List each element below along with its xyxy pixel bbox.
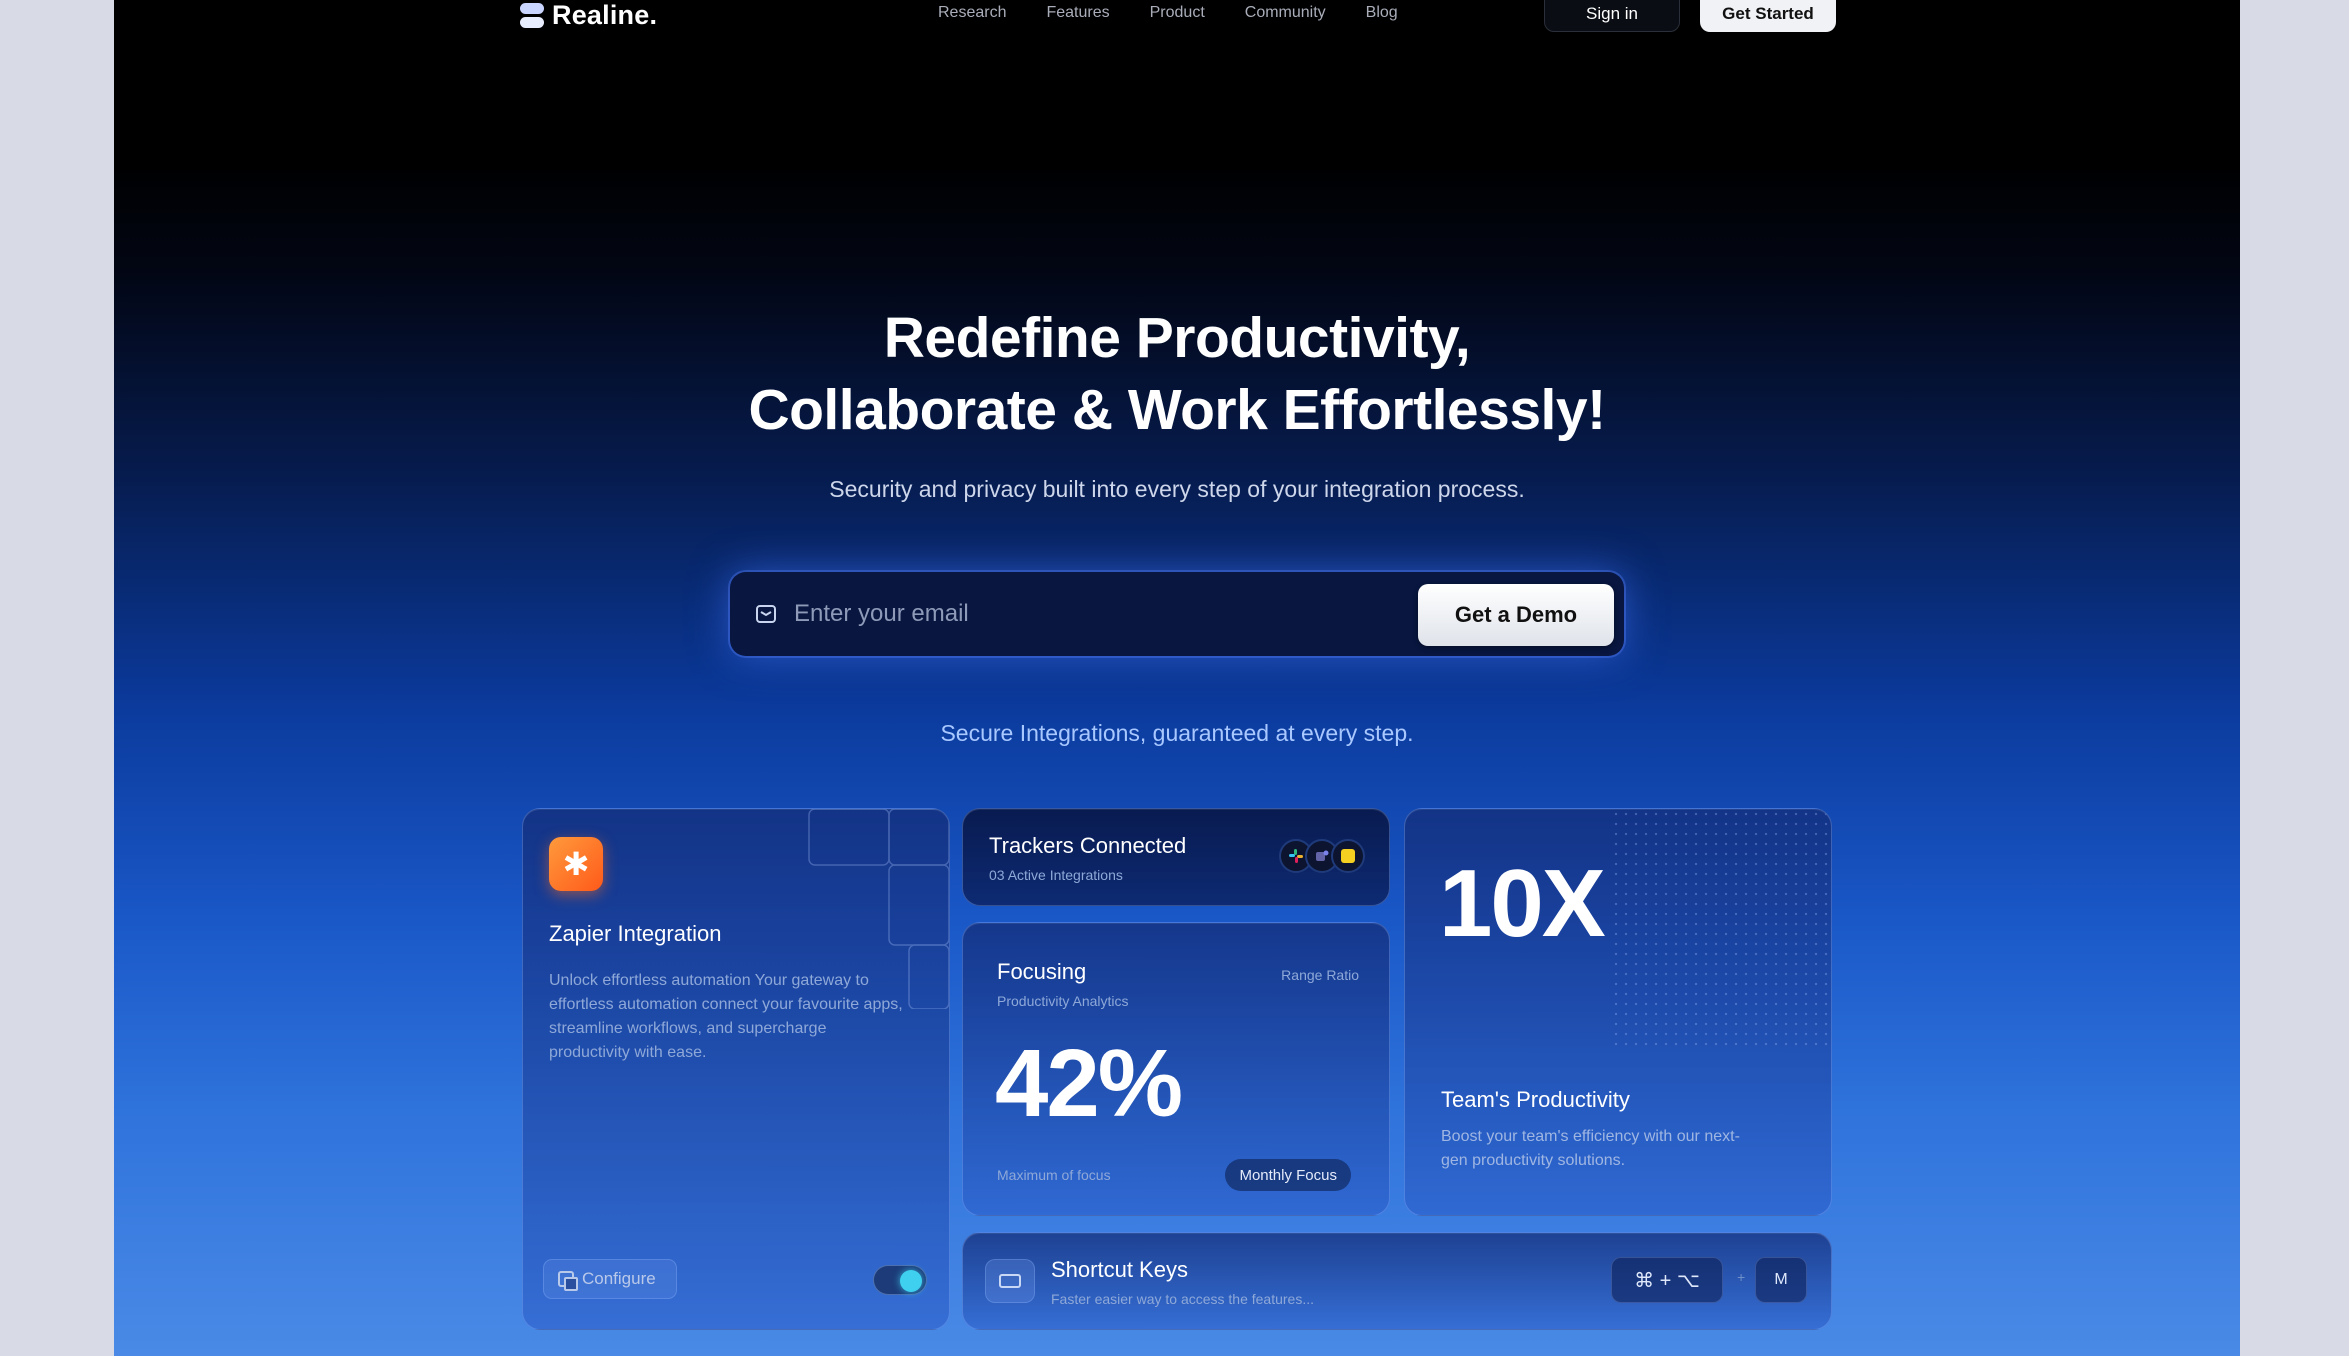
team-productivity-card: 10X Team's Productivity Boost your team'… <box>1404 808 1832 1216</box>
nav-link-features[interactable]: Features <box>1046 4 1109 22</box>
max-focus-label: Maximum of focus <box>997 1167 1111 1183</box>
key-m: M <box>1755 1257 1807 1303</box>
productivity-title: Team's Productivity <box>1441 1087 1630 1112</box>
mail-icon <box>756 605 776 623</box>
zapier-integration-card: ✱ Zapier Integration Unlock effortless a… <box>522 808 950 1330</box>
email-input[interactable] <box>794 592 1374 636</box>
trackers-title: Trackers Connected <box>989 833 1187 858</box>
secure-integrations-tagline: Secure Integrations, guaranteed at every… <box>940 720 1414 746</box>
focus-percentage: 42% <box>995 1030 1183 1137</box>
productivity-multiplier: 10X <box>1439 850 1606 957</box>
focusing-subtitle: Productivity Analytics <box>997 993 1129 1009</box>
trackers-subtitle: 03 Active Integrations <box>989 867 1123 883</box>
nav-link-research[interactable]: Research <box>938 4 1006 22</box>
nav-link-product[interactable]: Product <box>1150 4 1205 22</box>
monthly-focus-pill[interactable]: Monthly Focus <box>1225 1159 1351 1191</box>
range-ratio-label: Range Ratio <box>1281 967 1359 983</box>
focusing-title: Focusing <box>997 959 1087 984</box>
logo-icon <box>520 2 544 30</box>
integration-icons <box>1279 839 1365 873</box>
zapier-toggle[interactable] <box>873 1265 927 1295</box>
landing-page: Realine. Research Features Product Commu… <box>114 0 2240 1356</box>
shortcut-subtitle: Faster easier way to access the features… <box>1051 1291 1315 1307</box>
zapier-title: Zapier Integration <box>549 921 722 946</box>
nav-link-community[interactable]: Community <box>1245 4 1326 22</box>
hero-title: Redefine Productivity, Collaborate & Wor… <box>114 302 2240 446</box>
key-plus: + <box>1737 1269 1746 1285</box>
dot-pattern <box>1611 809 1831 1049</box>
screen-frame: Realine. Research Features Product Commu… <box>0 0 2349 1356</box>
brand-name: Realine. <box>552 0 658 30</box>
trackers-connected-card: Trackers Connected 03 Active Integration… <box>962 808 1390 906</box>
asterisk-icon: ✱ <box>549 837 603 891</box>
hero-subtitle: Security and privacy built into every st… <box>829 476 1525 502</box>
brand-logo[interactable]: Realine. <box>520 0 657 31</box>
shortcut-keys-card: Shortcut Keys Faster easier way to acces… <box>962 1232 1832 1330</box>
top-nav: Realine. Research Features Product Commu… <box>114 0 2240 40</box>
get-demo-button[interactable]: Get a Demo <box>1418 584 1614 646</box>
hero-title-line-2: Collaborate & Work Effortlessly! <box>748 378 1606 442</box>
key-combo-cmd-option: ⌘ + ⌥ <box>1611 1257 1723 1303</box>
email-signup-form: Get a Demo <box>730 572 1624 656</box>
nav-links: Research Features Product Community Blog <box>938 4 1398 22</box>
configure-icon <box>558 1271 578 1291</box>
get-started-button[interactable]: Get Started <box>1700 0 1836 32</box>
shortcut-title: Shortcut Keys <box>1051 1257 1188 1282</box>
productivity-description: Boost your team's efficiency with our ne… <box>1441 1128 1740 1169</box>
configure-button[interactable]: Configure <box>543 1259 677 1299</box>
nav-link-blog[interactable]: Blog <box>1366 4 1398 22</box>
sign-in-button[interactable]: Sign in <box>1544 0 1680 32</box>
configure-label: Configure <box>582 1269 656 1288</box>
keyboard-icon <box>985 1259 1035 1303</box>
focusing-card: Focusing Productivity Analytics Range Ra… <box>962 922 1390 1216</box>
notes-icon <box>1331 839 1365 873</box>
zapier-description: Unlock effortless automation Your gatewa… <box>549 972 903 1061</box>
hero-title-line-1: Redefine Productivity, <box>883 306 1471 370</box>
